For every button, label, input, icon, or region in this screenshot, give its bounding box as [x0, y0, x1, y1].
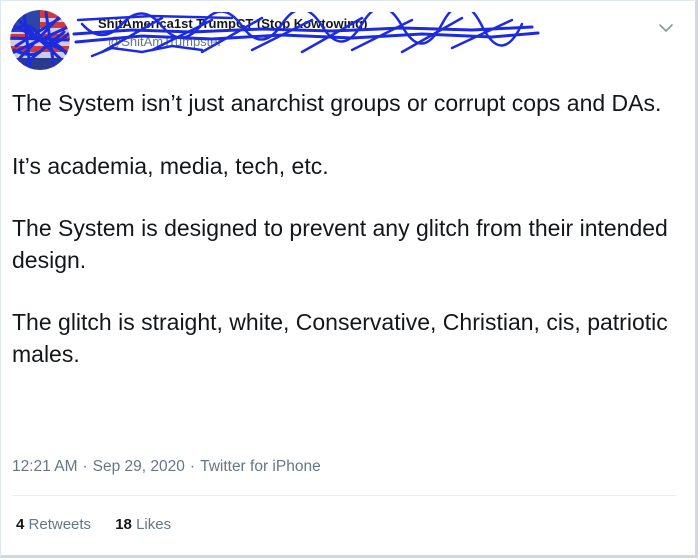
- redaction-scribble: [72, 12, 540, 58]
- likes-count: 18: [115, 516, 132, 533]
- retweets-count: 4: [16, 516, 25, 533]
- avatar-image: [10, 10, 70, 70]
- meta-separator: ·: [189, 458, 196, 475]
- tweet-paragraph: The System is designed to prevent any gl…: [12, 215, 675, 273]
- tweet-text: The System isn’t just anarchist groups o…: [12, 88, 682, 401]
- tweet-stats: 4 Retweets 18 Likes: [16, 516, 191, 533]
- tweet-metadata: 12:21 AM · Sep 29, 2020 · Twitter for iPhone: [12, 458, 321, 476]
- retweets-stat[interactable]: 4 Retweets: [16, 516, 91, 533]
- tweet-date[interactable]: Sep 29, 2020: [93, 458, 185, 475]
- likes-label: Likes: [136, 516, 172, 533]
- tweet-time[interactable]: 12:21 AM: [12, 458, 78, 475]
- divider: [12, 495, 676, 496]
- chevron-down-icon[interactable]: [656, 18, 676, 38]
- author-info[interactable]: ShitAmerica1st TrumpCT (Stop Kowtowing) …: [72, 12, 542, 62]
- tweet-paragraph: The System isn’t just anarchist groups o…: [12, 90, 662, 116]
- tweet-source[interactable]: Twitter for iPhone: [200, 458, 321, 475]
- tweet-header: ShitAmerica1st TrumpCT (Stop Kowtowing) …: [10, 8, 680, 78]
- tweet-paragraph: The glitch is straight, white, Conservat…: [12, 309, 675, 367]
- avatar[interactable]: [10, 10, 70, 70]
- retweets-label: Retweets: [28, 516, 92, 533]
- tweet-card: ShitAmerica1st TrumpCT (Stop Kowtowing) …: [0, 0, 694, 554]
- tweet-paragraph: It’s academia, media, tech, etc.: [12, 152, 329, 179]
- likes-stat[interactable]: 18 Likes: [115, 516, 171, 533]
- meta-separator: ·: [82, 458, 88, 475]
